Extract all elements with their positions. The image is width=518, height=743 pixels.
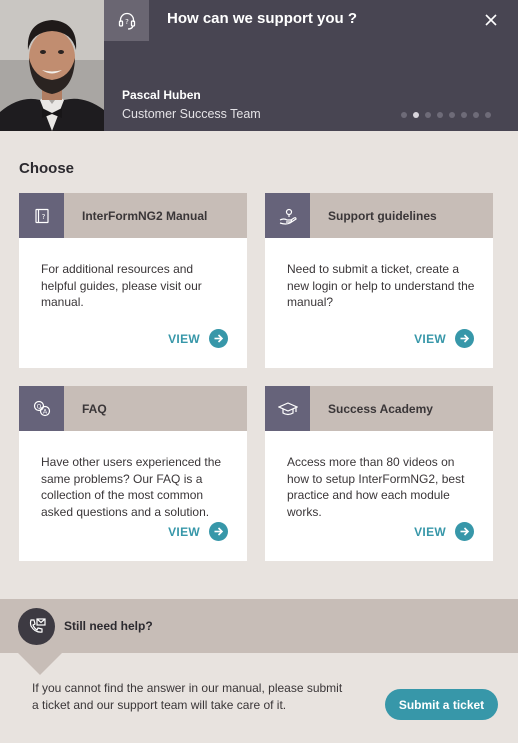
svg-text:Q: Q	[36, 403, 41, 410]
view-label: VIEW	[168, 331, 200, 346]
carousel-dots	[401, 112, 491, 118]
view-label: VIEW	[414, 331, 446, 346]
agent-photo	[0, 0, 104, 131]
arrow-right-icon	[209, 329, 228, 348]
card-title: Success Academy	[328, 401, 433, 416]
card-support-guidelines: Support guidelines Need to submit a tick…	[265, 193, 493, 368]
card-title: Support guidelines	[328, 208, 437, 223]
view-support-guidelines-link[interactable]: VIEW	[414, 329, 474, 348]
card-header: Q A FAQ	[19, 386, 247, 431]
carousel-dot[interactable]	[485, 112, 491, 118]
svg-text:?: ?	[125, 18, 129, 26]
carousel-dot[interactable]	[461, 112, 467, 118]
view-label: VIEW	[414, 524, 446, 539]
help-description: If you cannot find the answer in our man…	[32, 681, 343, 712]
agent-name: Pascal Huben	[122, 88, 201, 102]
card-faq: Q A FAQ Have other users experienced the…	[19, 386, 247, 561]
view-faq-link[interactable]: VIEW	[168, 522, 228, 541]
arrow-right-icon	[455, 522, 474, 541]
graduation-cap-icon	[265, 386, 310, 431]
arrow-right-icon	[209, 522, 228, 541]
help-title: Still need help?	[64, 619, 153, 633]
svg-text:?: ?	[41, 213, 45, 221]
carousel-dot[interactable]	[425, 112, 431, 118]
card-title: InterFormNG2 Manual	[82, 208, 208, 223]
carousel-dot[interactable]	[437, 112, 443, 118]
agent-team: Customer Success Team	[122, 107, 261, 121]
view-label: VIEW	[168, 524, 200, 539]
card-description: Access more than 80 videos on how to set…	[287, 455, 465, 519]
card-header: Support guidelines	[265, 193, 493, 238]
carousel-dot-active[interactable]	[413, 112, 419, 118]
card-title: FAQ	[82, 401, 107, 416]
arrow-right-icon	[455, 329, 474, 348]
carousel-dot[interactable]	[401, 112, 407, 118]
help-bar-pointer	[18, 653, 62, 675]
view-success-academy-link[interactable]: VIEW	[414, 522, 474, 541]
carousel-dot[interactable]	[473, 112, 479, 118]
support-header: ? How can we support you ? Pascal Huben …	[0, 0, 518, 131]
card-manual: ? InterFormNG2 Manual For additional res…	[19, 193, 247, 368]
manual-book-icon: ?	[19, 193, 64, 238]
view-manual-link[interactable]: VIEW	[168, 329, 228, 348]
header-title: How can we support you ?	[167, 10, 358, 27]
card-description: Have other users experienced the same pr…	[41, 455, 222, 519]
card-success-academy: Success Academy Access more than 80 vide…	[265, 386, 493, 561]
choose-heading: Choose	[19, 160, 75, 177]
close-icon	[485, 14, 497, 26]
headset-support-icon: ?	[104, 0, 149, 41]
faq-chat-icon: Q A	[19, 386, 64, 431]
submit-ticket-button[interactable]: Submit a ticket	[385, 689, 498, 720]
hand-support-icon	[265, 193, 310, 238]
card-description: For additional resources and helpful gui…	[41, 262, 202, 309]
card-description: Need to submit a ticket, create a new lo…	[287, 262, 475, 309]
close-button[interactable]	[480, 9, 502, 31]
carousel-dot[interactable]	[449, 112, 455, 118]
card-header: Success Academy	[265, 386, 493, 431]
phone-mail-icon	[18, 608, 55, 645]
card-header: ? InterFormNG2 Manual	[19, 193, 247, 238]
